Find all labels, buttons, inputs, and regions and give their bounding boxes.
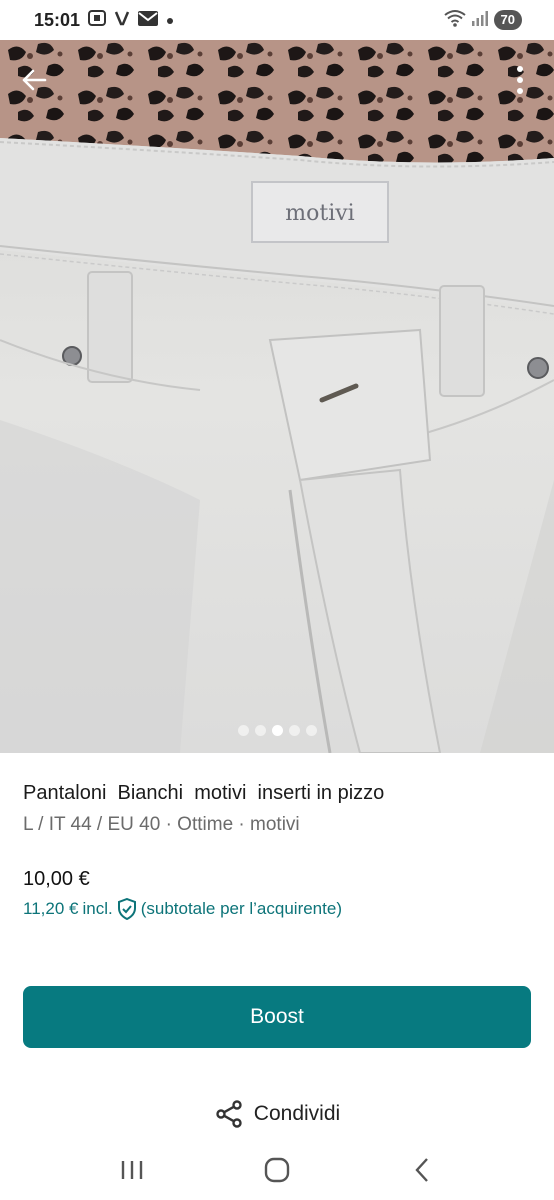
carousel-dot[interactable]	[305, 725, 317, 736]
incl-label: incl.	[82, 899, 113, 918]
home-button[interactable]	[257, 1150, 297, 1190]
arrow-left-icon	[22, 69, 47, 91]
signal-icon	[471, 10, 488, 31]
more-options-button[interactable]	[500, 60, 540, 100]
shield-check-icon	[117, 898, 136, 920]
v-app-icon	[114, 10, 130, 30]
boost-button[interactable]: Boost	[23, 986, 531, 1048]
status-time: 15:01	[34, 9, 81, 30]
buyer-note: (subtotale per l’acquirente)	[140, 899, 342, 918]
battery-indicator: 70	[493, 10, 522, 30]
share-label: Condividi	[253, 1102, 341, 1125]
buyer-price: 11,20 €	[23, 899, 79, 918]
status-right: 70	[443, 9, 522, 32]
nav-back-button[interactable]	[402, 1150, 442, 1190]
carousel-indicator	[0, 725, 554, 736]
system-nav-bar	[0, 1140, 554, 1200]
screenshot-icon	[88, 10, 107, 30]
share-button[interactable]: Condividi	[0, 1096, 554, 1132]
listing-details: L / IT 44 / EU 40 · Ottime · motivi	[23, 814, 300, 835]
listing-title: Pantaloni Bianchi motivi inserti in pizz…	[23, 782, 385, 804]
dot-icon	[166, 12, 174, 29]
wifi-icon	[443, 9, 466, 32]
recent-apps-button[interactable]	[112, 1150, 152, 1190]
buyer-price-row[interactable]: 11,20 € incl. (subtotale per l’acquirent…	[23, 898, 342, 920]
carousel-dot[interactable]	[254, 725, 266, 736]
home-icon	[264, 1157, 290, 1183]
recents-icon	[122, 1161, 143, 1179]
carousel-dot-active[interactable]	[271, 725, 283, 736]
listing-price: 10,00 €	[23, 868, 90, 890]
chevron-left-icon	[415, 1158, 428, 1182]
mail-icon	[138, 10, 159, 30]
status-bar: 15:01 70	[0, 0, 554, 40]
carousel-dot[interactable]	[237, 725, 249, 736]
back-button[interactable]	[14, 60, 54, 100]
share-icon	[216, 1100, 242, 1128]
product-photo[interactable]: motivi	[0, 40, 554, 753]
brand-label-text: motivi	[285, 201, 354, 226]
status-left: 15:01	[34, 10, 174, 31]
more-vertical-icon	[517, 66, 523, 94]
carousel-dot[interactable]	[288, 725, 300, 736]
